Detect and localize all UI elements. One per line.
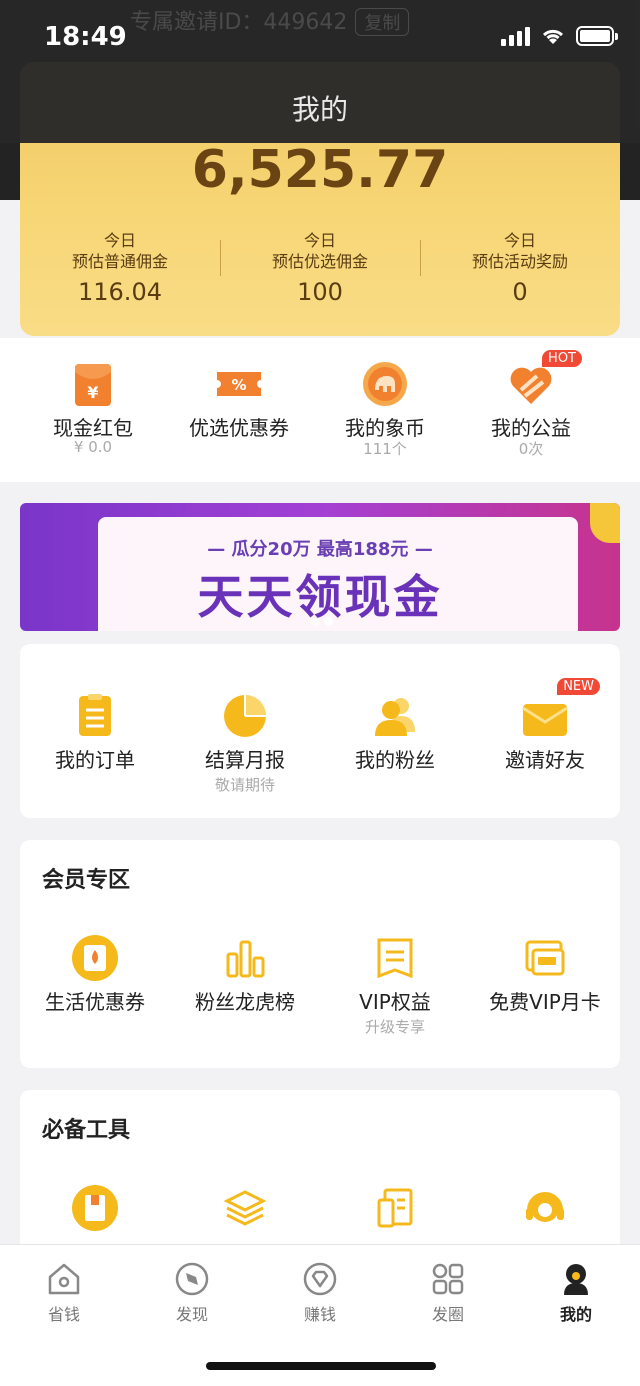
quick-item-coupon[interactable]: % 优选优惠券 <box>166 338 312 482</box>
feature-monthly-report[interactable]: 结算月报 敬请期待 <box>170 692 320 812</box>
member-free-vip-card[interactable]: 免费VIP月卡 <box>470 934 620 1054</box>
page-title: 我的 <box>291 93 348 126</box>
promo-banner[interactable]: — 瓜分20万 最高188元 — 天天领现金 <box>20 503 620 631</box>
diamond-icon <box>303 1262 337 1296</box>
battery-icon <box>576 26 618 46</box>
hot-badge: HOT <box>542 350 582 367</box>
quick-actions: ¥ 现金红包 ¥ 0.0 % 优选优惠券 我的象币 111个 HOT 我的公益 … <box>0 338 640 482</box>
new-badge: NEW <box>557 678 600 695</box>
section-title: 会员专区 <box>42 868 131 893</box>
layers-icon <box>223 1190 267 1226</box>
member-life-coupon[interactable]: 生活优惠券 <box>20 934 170 1054</box>
feature-my-fans[interactable]: 我的粉丝 <box>320 692 470 812</box>
pie-chart-icon <box>224 695 266 737</box>
tab-save-money[interactable]: 省钱 <box>0 1245 128 1386</box>
heart-icon <box>510 367 552 404</box>
svg-text:%: % <box>231 376 246 394</box>
vip-card-icon <box>525 940 565 976</box>
banner-dot-active <box>324 617 333 626</box>
invite-envelope-icon <box>522 704 568 736</box>
home-icon <box>48 1263 80 1295</box>
svg-text:¥: ¥ <box>87 383 98 402</box>
coupon-icon: % <box>217 372 261 396</box>
stat-normal-commission[interactable]: 今日 预估普通佣金 116.04 <box>20 230 220 306</box>
headset-icon <box>526 1192 564 1222</box>
quick-item-cash-envelope[interactable]: ¥ 现金红包 ¥ 0.0 <box>20 338 166 482</box>
compass-icon <box>175 1262 209 1296</box>
features-card: 我的订单 结算月报 敬请期待 我的粉丝 NEW 邀请好友 <box>20 644 620 818</box>
quick-item-elephant-coin[interactable]: 我的象币 111个 <box>312 338 458 482</box>
tab-mine[interactable]: 我的 <box>512 1245 640 1386</box>
member-fans-leaderboard[interactable]: 粉丝龙虎榜 <box>170 934 320 1054</box>
grid-icon <box>432 1263 464 1295</box>
banner-subtitle: — 瓜分20万 最高188元 — <box>207 539 433 560</box>
order-list-icon <box>79 694 111 736</box>
copy-button[interactable]: 复制 <box>355 8 410 36</box>
stat-premium-commission[interactable]: 今日 预估优选佣金 100 <box>220 230 420 306</box>
feature-invite-friends[interactable]: NEW 邀请好友 <box>470 678 620 812</box>
book-icon <box>72 1185 118 1231</box>
banner-dot <box>311 617 320 626</box>
status-icons <box>501 26 618 46</box>
vip-rights-icon <box>377 938 413 979</box>
feature-my-orders[interactable]: 我的订单 <box>20 692 170 812</box>
signal-icon <box>501 26 530 46</box>
member-zone-card: 会员专区 生活优惠券 粉丝龙虎榜 VIP权益 升级专享 免费VIP月卡 <box>20 840 620 1068</box>
profile-icon <box>564 1264 588 1295</box>
stat-activity-reward[interactable]: 今日 预估活动奖励 0 <box>420 230 620 306</box>
quick-item-charity[interactable]: HOT 我的公益 0次 <box>458 338 604 482</box>
section-title: 必备工具 <box>42 1118 131 1143</box>
elephant-coin-icon <box>363 362 407 406</box>
red-envelope-icon: ¥ <box>75 364 111 406</box>
total-earnings: 6,525.77 <box>191 140 449 200</box>
wifi-icon <box>542 29 564 44</box>
invite-id-text: 专属邀请ID：449642 复制 <box>130 4 410 36</box>
document-icon <box>377 1188 413 1228</box>
home-indicator[interactable] <box>206 1362 436 1370</box>
status-time: 18:49 <box>44 22 127 52</box>
member-vip-rights[interactable]: VIP权益 升级专享 <box>320 934 470 1054</box>
life-coupon-icon <box>72 935 118 981</box>
banner-title: 天天领现金 <box>197 570 443 624</box>
bar-chart-icon <box>226 940 265 978</box>
fans-icon <box>375 698 415 736</box>
